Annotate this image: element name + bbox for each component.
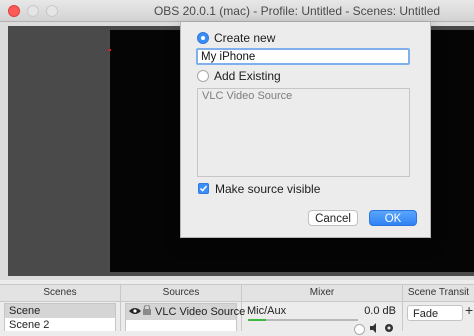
add-existing-radio[interactable] [197, 70, 209, 82]
transitions-dock-title: Scene Transit [403, 285, 474, 302]
mixer-level: 0.0 dB [364, 305, 396, 317]
create-new-radio[interactable] [197, 32, 209, 44]
title-bar: OBS 20.0.1 (mac) - Profile: Untitled - S… [0, 0, 474, 22]
make-visible-checkbox[interactable] [198, 183, 209, 194]
create-new-label: Create new [214, 31, 276, 45]
source-item[interactable]: VLC Video Source [126, 304, 245, 320]
add-source-dialog: Create new Add Existing VLC Video Source… [180, 22, 431, 238]
make-visible-label: Make source visible [215, 182, 321, 196]
mixer-channel: Mic/Aux 0.0 dB [246, 303, 398, 335]
speaker-icon[interactable] [370, 322, 380, 336]
mixer-dock-title: Mixer [242, 285, 402, 302]
gear-icon[interactable] [384, 322, 394, 336]
scenes-dock: Scenes Scene Scene 2 [0, 285, 121, 331]
list-item[interactable]: VLC Video Source [202, 90, 292, 102]
ok-button[interactable]: OK [369, 210, 417, 226]
scenes-list: Scene Scene 2 [4, 303, 116, 331]
window-title: OBS 20.0.1 (mac) - Profile: Untitled - S… [153, 4, 441, 18]
sources-dock-title: Sources [121, 285, 241, 302]
selection-marker [108, 49, 111, 51]
existing-sources-list[interactable]: VLC Video Source [197, 88, 410, 177]
mixer-channel-name: Mic/Aux [247, 305, 287, 317]
checkmark-icon [199, 185, 208, 192]
lock-icon[interactable] [143, 304, 151, 320]
sources-list: VLC Video Source [125, 303, 245, 331]
cancel-button[interactable]: Cancel [308, 210, 358, 226]
add-icon[interactable]: + [465, 303, 473, 317]
bottom-docks: Scenes Scene Scene 2 Sources VLC Video S… [0, 284, 474, 335]
source-name-input[interactable] [196, 48, 410, 65]
volume-meter-level [248, 319, 266, 321]
scenes-dock-title: Scenes [0, 285, 120, 302]
transitions-dock: Scene Transit Fade + [403, 285, 474, 331]
mixer-dock: Mixer Mic/Aux 0.0 dB [242, 285, 403, 335]
source-item-label: VLC Video Source [155, 306, 246, 318]
sources-dock: Sources VLC Video Source [121, 285, 245, 331]
add-existing-label: Add Existing [214, 69, 281, 83]
scene-item[interactable]: Scene [5, 304, 115, 318]
eye-icon[interactable] [129, 304, 141, 320]
transition-select[interactable]: Fade [407, 305, 463, 321]
